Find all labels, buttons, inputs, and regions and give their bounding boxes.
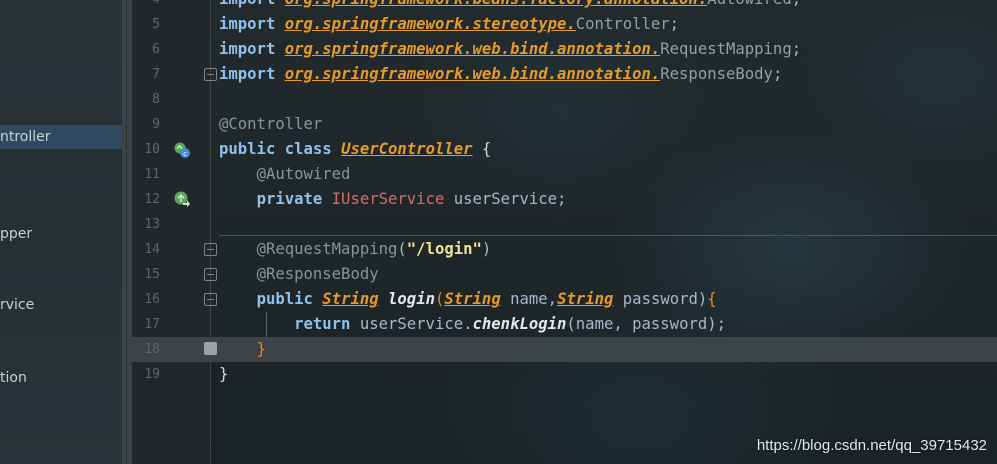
method-name: login	[388, 290, 435, 308]
code-line-17: return userService.chenkLogin(name, pass…	[219, 312, 726, 337]
method-call: chenkLogin	[472, 315, 567, 333]
annotation: @Controller	[219, 115, 323, 133]
panel-splitter[interactable]	[122, 0, 132, 464]
keyword: class	[284, 140, 332, 158]
call-args: (name, password);	[566, 315, 727, 333]
line-number: 10	[144, 142, 160, 157]
return-type[interactable]: String	[322, 290, 378, 308]
semicolon: ;	[772, 65, 783, 83]
import-class: ResponseBody	[660, 65, 773, 83]
import-class: Autowired	[707, 0, 792, 8]
ide-window: ntroller pper rvice tion 4 5 6 7 8 9 10 …	[0, 0, 997, 464]
package-link[interactable]: org.springframework.stereotype.	[285, 15, 576, 33]
paren: (	[434, 290, 445, 308]
code-line-10: public class UserController {	[219, 137, 491, 162]
paren: )	[481, 240, 492, 258]
string-literal: "/login"	[406, 240, 482, 258]
fold-marker-icon[interactable]	[204, 243, 217, 256]
annotation: @RequestMapping	[256, 240, 398, 258]
line-number: 13	[144, 217, 160, 232]
semicolon: ;	[792, 0, 801, 8]
tree-item-application[interactable]: tion	[0, 366, 132, 390]
package-link[interactable]: org.springframework.web.bind.annotation.	[285, 65, 661, 83]
code-line-18: }	[219, 337, 266, 362]
keyword: private	[256, 190, 323, 208]
code-line-19: }	[219, 362, 228, 387]
autowired-navigate-icon[interactable]	[173, 190, 191, 208]
semicolon: ;	[557, 190, 567, 208]
splitter-grip	[126, 0, 127, 464]
class-name[interactable]: UserController	[341, 140, 472, 158]
line-number: 14	[144, 242, 160, 257]
line-number: 17	[144, 317, 160, 332]
param-name: name,	[510, 290, 558, 308]
line-number: 4	[132, 0, 160, 12]
line-number: 5	[152, 17, 160, 32]
line-number: 18	[144, 342, 160, 357]
svg-text:c: c	[183, 150, 187, 158]
code-line-12: private IUserService userService;	[219, 187, 567, 212]
code-line-11: @Autowired	[219, 162, 351, 187]
line-number: 11	[144, 167, 160, 182]
keyword: public	[256, 290, 313, 308]
code-line-16: public String login(String name,String p…	[219, 287, 717, 312]
fold-marker-icon[interactable]	[204, 68, 217, 81]
fold-marker-icon[interactable]	[204, 268, 217, 281]
semicolon: ;	[791, 40, 802, 58]
fold-marker-icon[interactable]	[204, 293, 217, 306]
line-number: 15	[144, 267, 160, 282]
code-line-9: @Controller	[219, 112, 322, 137]
watermark-text: https://blog.csdn.net/qq_39715432	[756, 437, 987, 454]
line-number: 16	[144, 292, 160, 307]
code-line-15: @ResponseBody	[219, 262, 379, 287]
paren: )	[697, 290, 708, 308]
line-number: 8	[152, 92, 160, 107]
code-line-4: import org.springframework.beans.factory…	[219, 0, 801, 12]
keyword: return	[294, 315, 351, 333]
paren: (	[397, 240, 407, 258]
brace: {	[481, 140, 492, 158]
brace: {	[707, 290, 717, 308]
import-class: Controller	[575, 15, 670, 33]
import-class: RequestMapping	[660, 40, 792, 58]
param-type[interactable]: String	[557, 290, 613, 308]
keyword: import	[219, 40, 276, 58]
brace: }	[219, 365, 229, 383]
line-number: 9	[152, 117, 160, 132]
code-line-6: import org.springframework.web.bind.anno…	[219, 37, 801, 62]
brace: }	[256, 340, 266, 358]
keyword: public	[219, 140, 276, 158]
code-line-14: @RequestMapping("/login")	[219, 237, 492, 262]
code-line-5: import org.springframework.stereotype.Co…	[219, 12, 679, 37]
code-line-7: import org.springframework.web.bind.anno…	[219, 62, 782, 87]
keyword: import	[219, 15, 276, 33]
bean-class-icon[interactable]: c	[173, 141, 191, 159]
project-tree-panel: ntroller pper rvice tion	[0, 0, 132, 464]
package-link[interactable]: org.springframework.beans.factory.annota…	[285, 0, 707, 8]
annotation: @Autowired	[256, 165, 351, 183]
keyword: import	[219, 65, 276, 83]
package-link[interactable]: org.springframework.web.bind.annotation.	[285, 40, 661, 58]
annotation: @ResponseBody	[256, 265, 379, 283]
param-name: password	[622, 290, 698, 308]
tree-item-controller[interactable]: ntroller	[0, 125, 132, 149]
object-ref: userService.	[359, 315, 473, 333]
line-number: 6	[152, 42, 160, 57]
line-number: 19	[144, 367, 160, 382]
field-type: IUserService	[331, 190, 445, 208]
line-number: 7	[152, 67, 160, 82]
semicolon: ;	[669, 15, 680, 33]
param-type[interactable]: String	[444, 290, 500, 308]
field-name: userService	[453, 190, 558, 208]
fold-end-marker-icon[interactable]	[204, 342, 217, 355]
tree-item-service[interactable]: rvice	[0, 293, 132, 317]
tree-item-mapper[interactable]: pper	[0, 222, 132, 246]
code-editor[interactable]: import org.springframework.beans.factory…	[219, 0, 997, 464]
line-number: 12	[144, 192, 160, 207]
